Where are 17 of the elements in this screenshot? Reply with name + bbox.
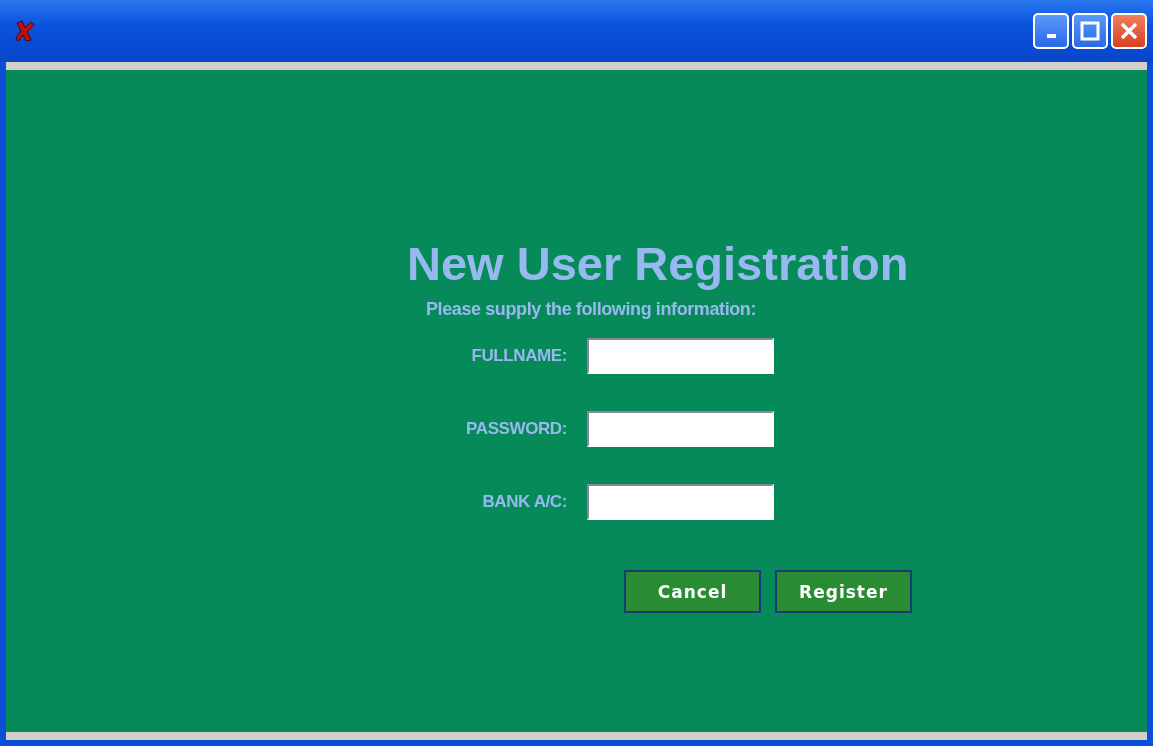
- close-icon: [1119, 21, 1139, 41]
- app-icon: [14, 19, 36, 43]
- field-label: PASSWORD:: [465, 419, 567, 439]
- maximize-button[interactable]: [1072, 13, 1108, 49]
- field-label: BANK A/C:: [481, 492, 567, 512]
- maximize-icon: [1080, 21, 1100, 41]
- form-button[interactable]: Cancel: [624, 570, 761, 613]
- input-field[interactable]: [587, 484, 774, 520]
- form-title: New User Registration: [407, 236, 909, 291]
- minimize-icon: [1046, 34, 1056, 38]
- close-button[interactable]: [1111, 13, 1147, 49]
- minimize-button[interactable]: [1033, 13, 1069, 49]
- input-field[interactable]: [587, 411, 774, 447]
- field-label: FULLNAME:: [470, 346, 567, 366]
- form-instructions: Please supply the following information:: [426, 299, 757, 320]
- form-button[interactable]: Register: [775, 570, 912, 613]
- input-field[interactable]: [587, 338, 774, 374]
